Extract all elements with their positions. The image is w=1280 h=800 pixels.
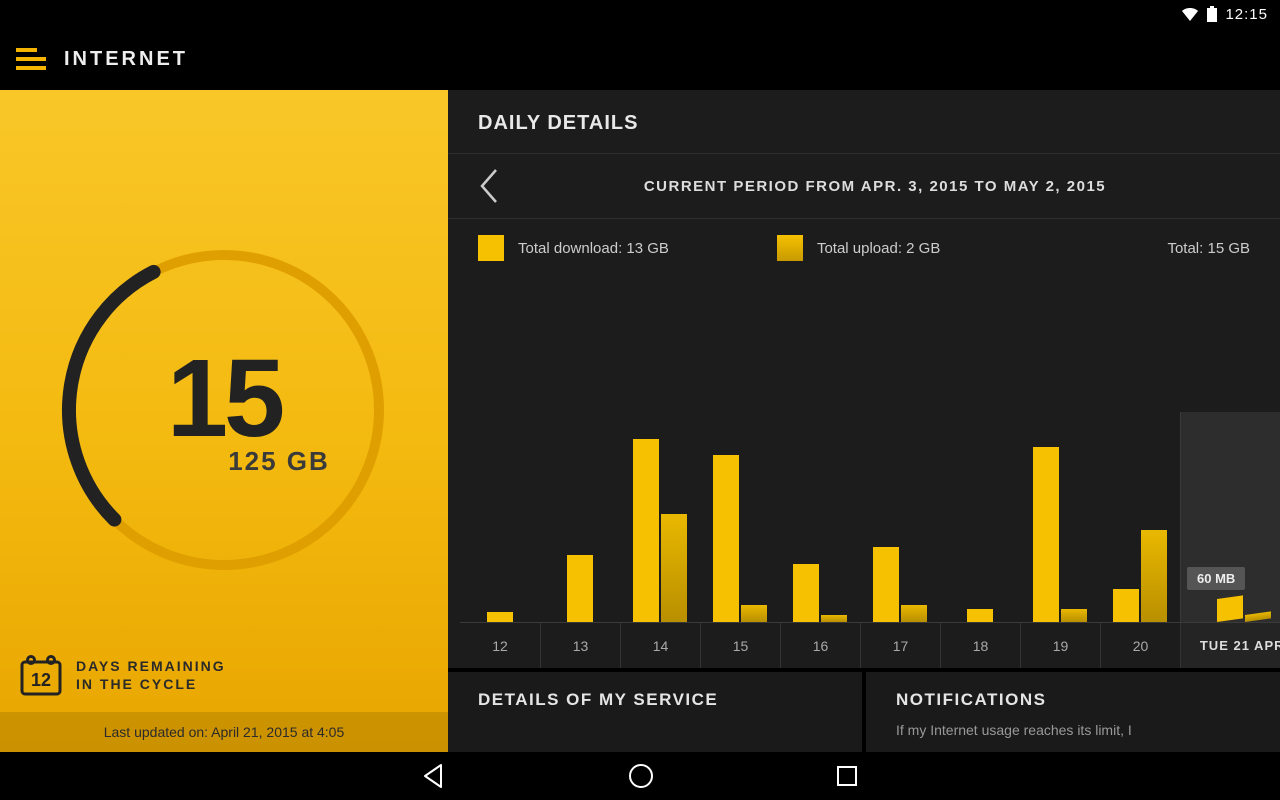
status-time: 12:15: [1225, 6, 1268, 23]
days-remaining-label: DAYS REMAINING IN THE CYCLE: [76, 657, 226, 693]
chart-axis-tick: 19: [1020, 623, 1100, 668]
chart-axis-tick: 12: [460, 623, 540, 668]
notifications-preview: If my Internet usage reaches its limit, …: [896, 722, 1250, 738]
chart-bar[interactable]: [1020, 412, 1100, 622]
last-updated-text: Last updated on: April 21, 2015 at 4:05: [0, 712, 448, 752]
chart-axis-tick: 14: [620, 623, 700, 668]
recent-apps-button[interactable]: [835, 764, 859, 788]
chart-axis-tick: 18: [940, 623, 1020, 668]
system-nav-bar: [0, 752, 1280, 800]
svg-text:12: 12: [31, 670, 51, 690]
chart-bar[interactable]: [1100, 412, 1180, 622]
battery-icon: [1207, 6, 1217, 22]
period-selector: CURRENT PERIOD FROM APR. 3, 2015 TO MAY …: [448, 153, 1280, 219]
wifi-icon: [1181, 7, 1199, 21]
home-button[interactable]: [627, 762, 655, 790]
chart-axis-tick: 15: [700, 623, 780, 668]
chart-axis-tick: TUE 21 APR.: [1180, 623, 1280, 668]
menu-icon[interactable]: [16, 48, 46, 70]
back-button[interactable]: [421, 763, 447, 789]
usage-chart[interactable]: 60 MB6 MB 121314151617181920TUE 21 APR.2…: [448, 277, 1280, 668]
main-content: 15 125 GB 12 DAYS REMAINING IN THE CYCLE…: [0, 90, 1280, 752]
app-title: INTERNET: [64, 48, 188, 71]
status-bar: 12:15: [0, 0, 1280, 28]
tooltip-download: 60 MB: [1187, 567, 1245, 590]
days-remaining-row: 12 DAYS REMAINING IN THE CYCLE: [20, 654, 428, 696]
usage-value: 15: [167, 344, 281, 454]
usage-summary-panel: 15 125 GB 12 DAYS REMAINING IN THE CYCLE…: [0, 90, 448, 752]
chart-bar[interactable]: [700, 412, 780, 622]
notifications-section[interactable]: NOTIFICATIONS If my Internet usage reach…: [866, 672, 1280, 752]
chart-legend: Total download: 13 GB Total upload: 2 GB…: [448, 219, 1280, 277]
chart-axis-tick: 16: [780, 623, 860, 668]
details-panel: DAILY DETAILS CURRENT PERIOD FROM APR. 3…: [448, 90, 1280, 752]
chart-axis-tick: 13: [540, 623, 620, 668]
previous-period-button[interactable]: [478, 168, 500, 204]
chart-bar[interactable]: [860, 412, 940, 622]
upload-swatch-icon: [777, 235, 803, 261]
usage-ring: 15 125 GB: [54, 240, 394, 580]
chart-axis-tick: 20: [1100, 623, 1180, 668]
service-details-title: DETAILS OF MY SERVICE: [478, 690, 832, 710]
calendar-icon: 12: [20, 654, 62, 696]
daily-details-title: DAILY DETAILS: [448, 90, 1280, 153]
chart-bar[interactable]: [540, 412, 620, 622]
legend-upload: Total upload: 2 GB: [817, 240, 940, 257]
legend-download: Total download: 13 GB: [518, 240, 669, 257]
chart-bar[interactable]: [620, 412, 700, 622]
notifications-title: NOTIFICATIONS: [896, 690, 1250, 710]
chart-axis-tick: 17: [860, 623, 940, 668]
chart-bar[interactable]: [940, 412, 1020, 622]
chart-bar-selected[interactable]: 60 MB6 MB: [1180, 412, 1280, 622]
chart-bar[interactable]: [780, 412, 860, 622]
bottom-sections: DETAILS OF MY SERVICE NOTIFICATIONS If m…: [448, 668, 1280, 752]
service-details-section[interactable]: DETAILS OF MY SERVICE: [448, 672, 866, 752]
download-swatch-icon: [478, 235, 504, 261]
chart-bar[interactable]: [460, 412, 540, 622]
app-bar: INTERNET: [0, 28, 1280, 90]
usage-quota: 125 GB: [228, 446, 330, 477]
period-label: CURRENT PERIOD FROM APR. 3, 2015 TO MAY …: [500, 178, 1250, 195]
legend-total: Total: 15 GB: [1167, 240, 1250, 257]
